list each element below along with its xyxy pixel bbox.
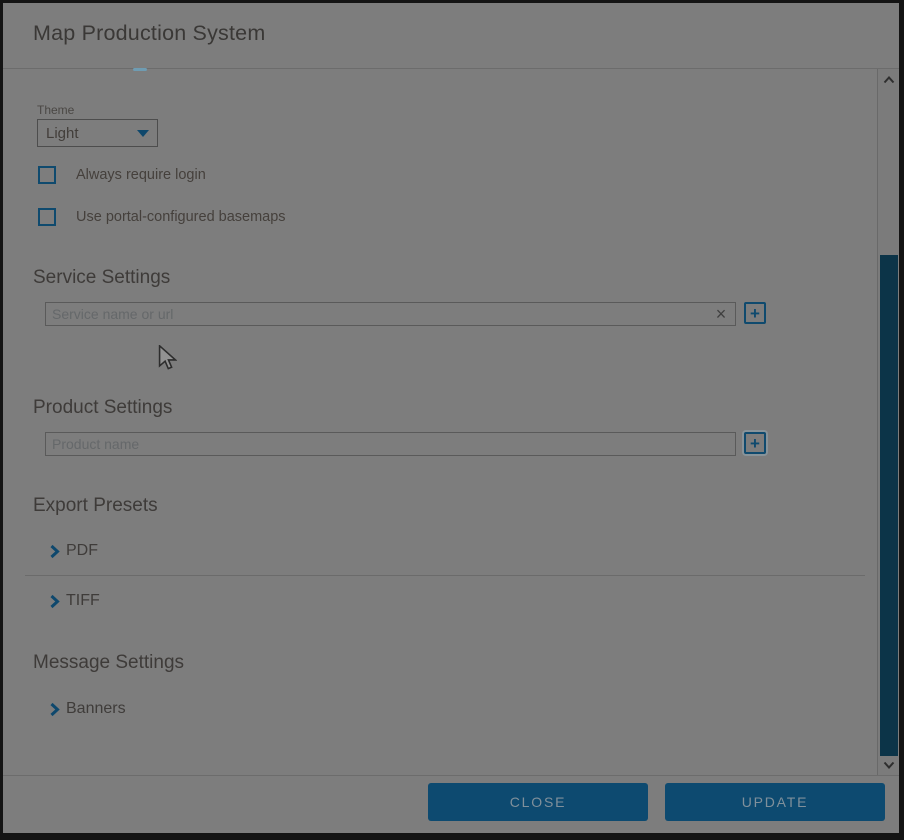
- chevron-down-icon: [883, 761, 895, 769]
- message-setting-banners[interactable]: Banners: [49, 700, 126, 718]
- theme-label: Theme: [37, 103, 74, 117]
- map-production-dialog: Map Production System Theme Light Always…: [3, 3, 899, 833]
- page-title: Map Production System: [33, 21, 265, 46]
- service-settings-heading: Service Settings: [33, 267, 170, 289]
- chevron-down-icon: [137, 130, 149, 137]
- product-name-input[interactable]: [45, 432, 736, 456]
- chevron-right-icon: [49, 544, 60, 559]
- always-require-login-checkbox[interactable]: [38, 166, 56, 184]
- service-name-input[interactable]: [45, 302, 736, 326]
- checkbox-label: Use portal-configured basemaps: [76, 209, 286, 225]
- plus-icon: +: [750, 435, 760, 452]
- clipped-scrolled-element: [133, 68, 147, 71]
- scrollbar-down-button[interactable]: [881, 757, 897, 773]
- chevron-up-icon: [883, 76, 895, 84]
- export-presets-heading: Export Presets: [33, 495, 158, 517]
- footer-divider: [3, 775, 899, 776]
- export-preset-tiff[interactable]: TIFF: [49, 592, 100, 610]
- close-button[interactable]: CLOSE: [428, 783, 648, 821]
- scrollbar-thumb[interactable]: [880, 255, 898, 756]
- add-product-button[interactable]: +: [744, 432, 766, 454]
- checkbox-row-always-require-login[interactable]: Always require login: [38, 166, 206, 184]
- mouse-cursor: [158, 345, 177, 372]
- export-preset-pdf[interactable]: PDF: [49, 542, 98, 560]
- plus-icon: +: [750, 305, 760, 322]
- export-preset-label: TIFF: [66, 592, 100, 610]
- update-button[interactable]: UPDATE: [665, 783, 885, 821]
- theme-select-value: Light: [46, 125, 137, 142]
- portal-basemaps-checkbox[interactable]: [38, 208, 56, 226]
- message-setting-label: Banners: [66, 700, 126, 718]
- chevron-right-icon: [49, 594, 60, 609]
- add-service-button[interactable]: +: [744, 302, 766, 324]
- chevron-right-icon: [49, 702, 60, 717]
- clear-icon[interactable]: ×: [709, 303, 733, 325]
- scrollbar-up-button[interactable]: [881, 72, 897, 88]
- theme-select[interactable]: Light: [37, 119, 158, 147]
- export-preset-label: PDF: [66, 542, 98, 560]
- message-settings-heading: Message Settings: [33, 652, 184, 674]
- checkbox-label: Always require login: [76, 167, 206, 183]
- product-settings-heading: Product Settings: [33, 397, 172, 419]
- checkbox-row-portal-basemaps[interactable]: Use portal-configured basemaps: [38, 208, 286, 226]
- list-divider: [25, 575, 865, 576]
